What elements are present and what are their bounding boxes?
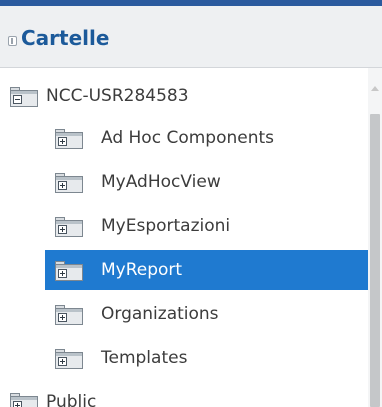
collapse-panel-icon[interactable]: [8, 36, 17, 46]
tree-node-label: Organizations: [101, 304, 219, 324]
scrollbar-thumb[interactable]: [370, 114, 380, 407]
tree-node-public[interactable]: Public: [0, 382, 368, 407]
tree-node-organizations[interactable]: Organizations: [0, 294, 368, 334]
folder-plus-icon[interactable]: [55, 305, 83, 325]
panel-title: Cartelle: [21, 26, 110, 50]
tree-node-ad-hoc-components[interactable]: Ad Hoc Components: [0, 118, 368, 158]
folder-minus-icon[interactable]: [10, 87, 38, 107]
tree-node-label: Public: [46, 392, 97, 407]
tree-node-label: MyAdHocView: [101, 172, 221, 192]
folders-panel-header: Cartelle: [0, 6, 382, 68]
folder-plus-icon[interactable]: [10, 393, 38, 407]
tree-node-root[interactable]: NCC-USR284583: [0, 76, 368, 116]
folder-plus-icon[interactable]: [55, 349, 83, 369]
tree-node-label: MyEsportazioni: [101, 216, 231, 236]
folder-plus-icon[interactable]: [55, 261, 83, 281]
folder-plus-icon[interactable]: [55, 217, 83, 237]
tree-node-label: Templates: [101, 348, 188, 368]
vertical-scrollbar[interactable]: [368, 68, 382, 407]
tree-node-myadhocview[interactable]: MyAdHocView: [0, 162, 368, 202]
tree-node-label: MyReport: [101, 260, 183, 280]
scroll-up-arrow-icon[interactable]: [371, 86, 379, 91]
folder-plus-icon[interactable]: [55, 129, 83, 149]
folder-tree: NCC-USR284583 Ad Hoc Components MyAdHocV…: [0, 68, 368, 407]
tree-node-templates[interactable]: Templates: [0, 338, 368, 378]
tree-node-label: NCC-USR284583: [46, 86, 189, 106]
tree-node-myesportazioni[interactable]: MyEsportazioni: [0, 206, 368, 246]
selection-highlight: [45, 250, 368, 290]
tree-node-label: Ad Hoc Components: [101, 128, 275, 148]
folder-plus-icon[interactable]: [55, 173, 83, 193]
tree-node-myreport[interactable]: MyReport: [45, 250, 368, 290]
